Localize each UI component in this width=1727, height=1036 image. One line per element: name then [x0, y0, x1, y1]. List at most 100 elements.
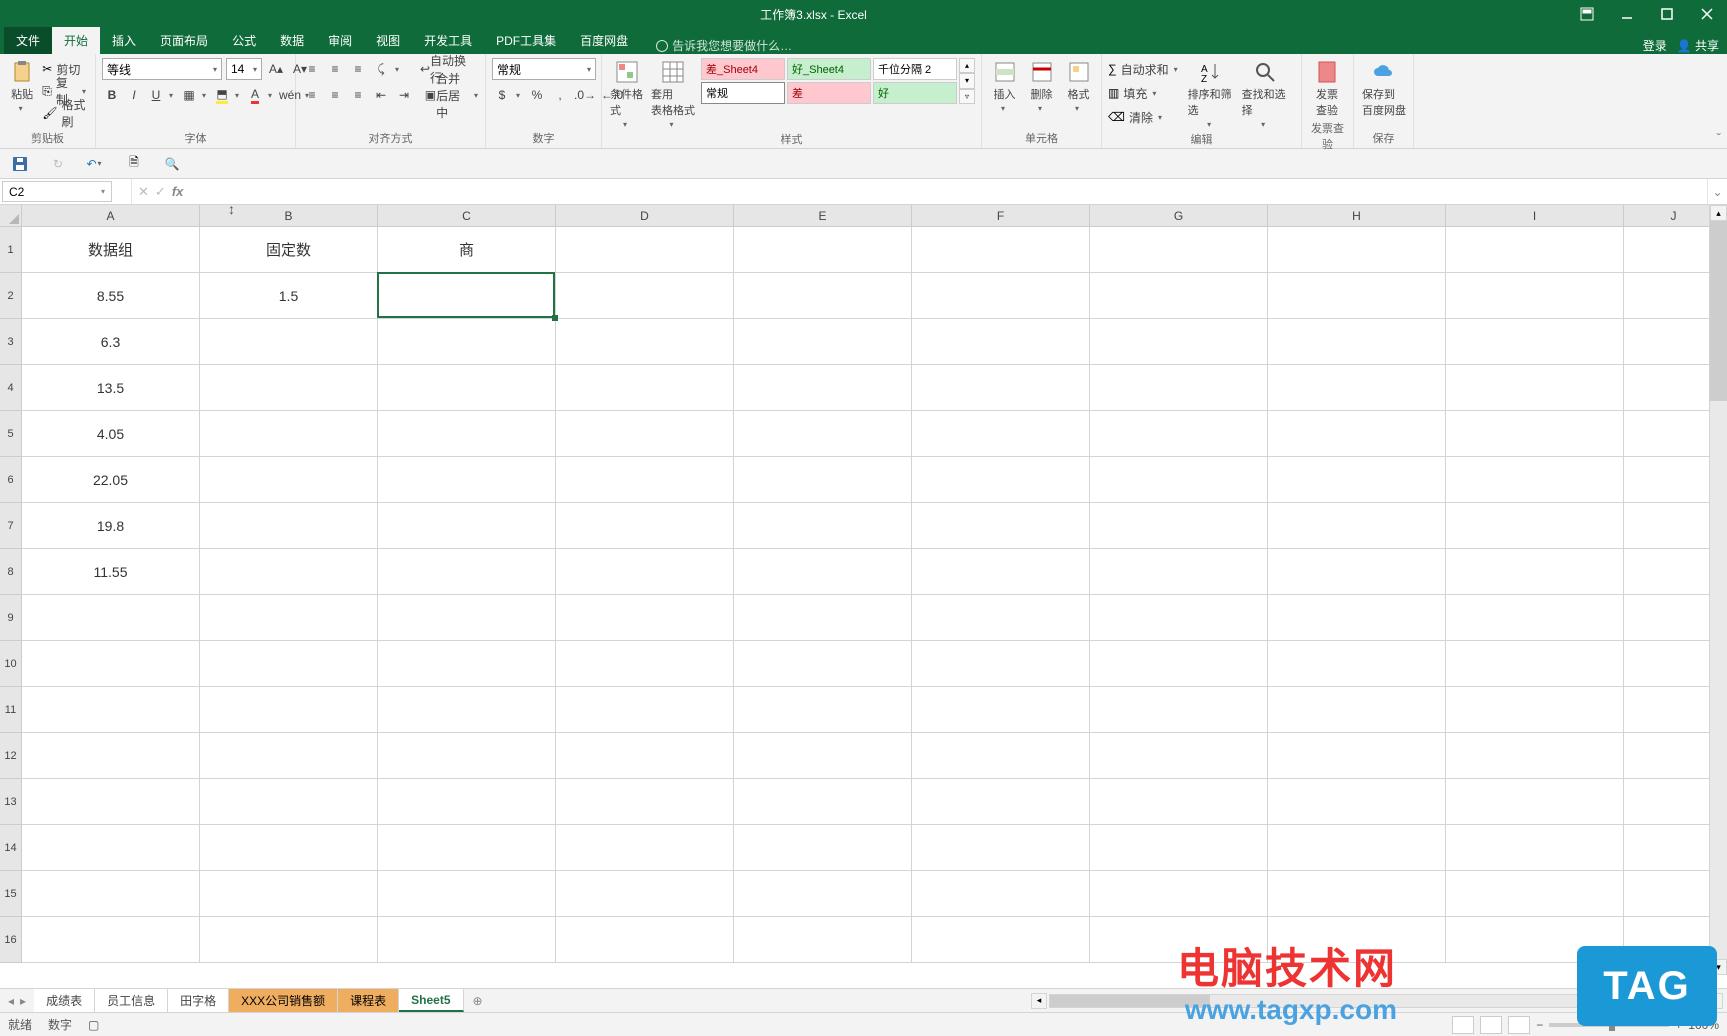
column-header-G[interactable]: G [1090, 205, 1268, 227]
cell-D2[interactable] [556, 273, 734, 319]
cell-H11[interactable] [1268, 687, 1446, 733]
cell-E16[interactable] [734, 917, 912, 963]
cell-E9[interactable] [734, 595, 912, 641]
cell-C11[interactable] [378, 687, 556, 733]
cell-D1[interactable] [556, 227, 734, 273]
cell-D7[interactable] [556, 503, 734, 549]
cell-G4[interactable] [1090, 365, 1268, 411]
tab-layout[interactable]: 页面布局 [148, 27, 220, 54]
cell-A13[interactable] [22, 779, 200, 825]
cell-C8[interactable] [378, 549, 556, 595]
cell-D11[interactable] [556, 687, 734, 733]
merge-center-button[interactable]: ▣ 合并后居中 [424, 85, 470, 105]
comma-button[interactable]: , [550, 85, 570, 105]
font-size-combo[interactable]: 14▾ [226, 58, 262, 80]
cell-A6[interactable]: 22.05 [22, 457, 200, 503]
cell-G13[interactable] [1090, 779, 1268, 825]
row-header-15[interactable]: 15 [0, 871, 22, 917]
cell-D3[interactable] [556, 319, 734, 365]
row-header-12[interactable]: 12 [0, 733, 22, 779]
cell-styles-gallery[interactable]: 差_Sheet4 好_Sheet4 千位分隔 2 常规 差 好 [701, 58, 957, 104]
cell-G10[interactable] [1090, 641, 1268, 687]
cell-D13[interactable] [556, 779, 734, 825]
cell-G1[interactable] [1090, 227, 1268, 273]
cell-D5[interactable] [556, 411, 734, 457]
format-cells-button[interactable]: 格式▾ [1062, 58, 1095, 115]
fill-button[interactable]: 填充 [1122, 83, 1148, 103]
font-color-button[interactable]: A [245, 85, 265, 105]
tab-view[interactable]: 视图 [364, 27, 412, 54]
cell-A8[interactable]: 11.55 [22, 549, 200, 595]
cell-C12[interactable] [378, 733, 556, 779]
cell-E14[interactable] [734, 825, 912, 871]
cell-H3[interactable] [1268, 319, 1446, 365]
number-format-combo[interactable]: 常规▾ [492, 58, 596, 80]
cell-A9[interactable] [22, 595, 200, 641]
cell-E7[interactable] [734, 503, 912, 549]
row-header-10[interactable]: 10 [0, 641, 22, 687]
cell-C2[interactable] [378, 273, 556, 319]
border-button[interactable]: ▦ [179, 85, 199, 105]
cell-B9[interactable] [200, 595, 378, 641]
save-button[interactable] [10, 154, 30, 174]
redo-button[interactable]: ↻ [48, 154, 68, 174]
share-button[interactable]: 👤 共享 [1677, 37, 1719, 54]
cell-B8[interactable] [200, 549, 378, 595]
percent-button[interactable]: % [527, 85, 547, 105]
align-left-button[interactable]: ≡ [302, 85, 322, 105]
cell-B6[interactable] [200, 457, 378, 503]
name-box[interactable]: C2▾ [2, 181, 112, 202]
column-header-I[interactable]: I [1446, 205, 1624, 227]
tab-home[interactable]: 开始 [52, 27, 100, 54]
cell-A12[interactable] [22, 733, 200, 779]
gallery-up[interactable]: ▴ [959, 58, 975, 73]
cell-A5[interactable]: 4.05 [22, 411, 200, 457]
cell-I2[interactable] [1446, 273, 1624, 319]
cell-C15[interactable] [378, 871, 556, 917]
cell-B16[interactable] [200, 917, 378, 963]
normal-view-button[interactable] [1452, 1016, 1474, 1034]
cell-G12[interactable] [1090, 733, 1268, 779]
cell-D12[interactable] [556, 733, 734, 779]
sheet-tab-课程表[interactable]: 课程表 [338, 989, 399, 1012]
cell-E10[interactable] [734, 641, 912, 687]
style-normal[interactable]: 常规 [701, 82, 785, 104]
increase-font-button[interactable]: A▴ [266, 59, 286, 79]
align-center-button[interactable]: ≡ [325, 85, 345, 105]
cell-G3[interactable] [1090, 319, 1268, 365]
cell-C16[interactable] [378, 917, 556, 963]
cell-F12[interactable] [912, 733, 1090, 779]
cell-H8[interactable] [1268, 549, 1446, 595]
style-bad-sheet4[interactable]: 差_Sheet4 [701, 58, 785, 80]
cell-G6[interactable] [1090, 457, 1268, 503]
cell-F7[interactable] [912, 503, 1090, 549]
cell-F3[interactable] [912, 319, 1090, 365]
ribbon-display-options[interactable] [1567, 0, 1607, 28]
cell-E13[interactable] [734, 779, 912, 825]
vertical-scrollbar[interactable]: ▴▾ [1709, 205, 1727, 975]
cell-H4[interactable] [1268, 365, 1446, 411]
cell-F13[interactable] [912, 779, 1090, 825]
fill-color-button[interactable]: ⬒ [212, 85, 232, 105]
autosum-button[interactable]: 自动求和 [1120, 59, 1170, 79]
cell-B3[interactable] [200, 319, 378, 365]
cell-C14[interactable] [378, 825, 556, 871]
sheet-tab-田字格[interactable]: 田字格 [168, 989, 229, 1012]
cell-I1[interactable] [1446, 227, 1624, 273]
cell-F16[interactable] [912, 917, 1090, 963]
sheet-tab-员工信息[interactable]: 员工信息 [95, 989, 168, 1012]
cell-D8[interactable] [556, 549, 734, 595]
row-header-16[interactable]: 16 [0, 917, 22, 963]
minimize-button[interactable] [1607, 0, 1647, 28]
cell-E15[interactable] [734, 871, 912, 917]
cell-B4[interactable] [200, 365, 378, 411]
gallery-more[interactable]: ▿ [959, 89, 975, 104]
cell-F9[interactable] [912, 595, 1090, 641]
cell-H15[interactable] [1268, 871, 1446, 917]
row-header-8[interactable]: 8 [0, 549, 22, 595]
enter-formula-button[interactable]: ✓ [155, 184, 166, 200]
cell-C5[interactable] [378, 411, 556, 457]
cell-G7[interactable] [1090, 503, 1268, 549]
align-middle-button[interactable]: ≡ [325, 59, 345, 79]
tab-developer[interactable]: 开发工具 [412, 27, 484, 54]
